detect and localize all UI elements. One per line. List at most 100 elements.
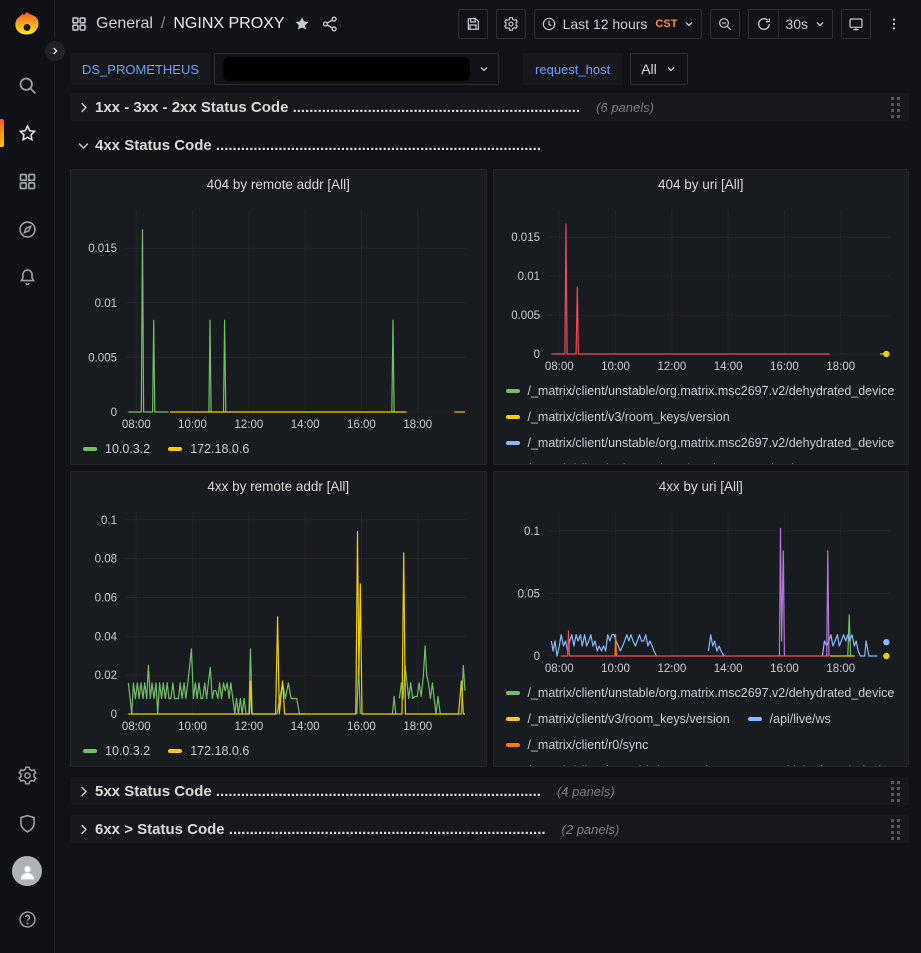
share-icon[interactable] — [321, 15, 339, 33]
svg-text:0.005: 0.005 — [511, 310, 540, 322]
legend-item[interactable]: 172.18.0.6 — [168, 738, 249, 764]
kebab-menu-icon — [886, 16, 902, 32]
legend-item[interactable]: /_matrix/client/unstable/org.matrix.msc2… — [506, 680, 895, 706]
bell-icon — [17, 267, 38, 288]
svg-text:14:00: 14:00 — [291, 419, 320, 431]
timeseries-chart[interactable]: 08:0010:0012:0014:0016:0018:0000.020.040… — [79, 502, 479, 736]
refresh-icon — [756, 16, 772, 32]
sidebar-item-alerting[interactable] — [0, 253, 54, 301]
timeseries-chart[interactable]: 08:0010:0012:0014:0016:0018:0000.0050.01… — [502, 200, 902, 378]
series-color-swatch — [506, 717, 520, 721]
svg-text:14:00: 14:00 — [713, 663, 742, 675]
series-color-swatch — [168, 447, 182, 451]
legend-item[interactable]: 172.18.0.6 — [168, 436, 249, 462]
chevron-down-icon — [814, 18, 826, 30]
series-label: 172.18.0.6 — [190, 744, 249, 758]
cycle-view-mode-button[interactable] — [841, 9, 871, 39]
legend-item[interactable]: /_matrix/client/unstable/org.matrix.msc2… — [506, 430, 895, 456]
panel-4xx-by-remote-addr: 4xx by remote addr [All] 08:0010:0012:00… — [70, 471, 487, 767]
row-drag-handle[interactable] — [890, 780, 901, 802]
svg-text:08:00: 08:00 — [544, 663, 573, 675]
grafana-logo-icon[interactable] — [10, 9, 44, 43]
breadcrumb-folder[interactable]: General — [96, 15, 153, 33]
row-header-4xx[interactable]: 4xx Status Code ........................… — [70, 131, 909, 159]
series-label: 10.0.3.2 — [105, 744, 150, 758]
sidebar-item-help[interactable] — [0, 895, 54, 943]
legend-item[interactable]: 10.0.3.2 — [83, 436, 150, 462]
time-range-picker[interactable]: Last 12 hours CST — [534, 9, 703, 39]
series-color-swatch — [506, 441, 520, 445]
datasource-variable-label[interactable]: DS_PROMETHEUS — [70, 53, 211, 85]
svg-text:12:00: 12:00 — [234, 419, 263, 431]
help-icon — [17, 909, 38, 930]
legend-item[interactable]: /_matrix/client/r0/sync — [506, 732, 649, 758]
request-host-variable-value[interactable]: All — [630, 53, 688, 85]
refresh-interval-picker[interactable]: 30s — [778, 9, 833, 39]
sidebar-item-search[interactable] — [0, 61, 54, 109]
series-color-swatch — [506, 389, 520, 393]
sidebar-item-starred[interactable] — [0, 109, 54, 157]
request-host-variable-label[interactable]: request_host — [523, 53, 622, 85]
row-header-5xx[interactable]: 5xx Status Code ........................… — [70, 777, 909, 805]
favorite-star-icon[interactable] — [293, 15, 311, 33]
zoom-out-time-button[interactable] — [710, 9, 740, 39]
expand-sidebar-button[interactable] — [45, 41, 65, 61]
sidebar-item-server-admin[interactable] — [0, 799, 54, 847]
datasource-value-redacted — [223, 57, 470, 81]
series-color-swatch — [506, 691, 520, 695]
sidebar-item-explore[interactable] — [0, 205, 54, 253]
svg-text:18:00: 18:00 — [826, 361, 855, 373]
svg-text:0.015: 0.015 — [88, 243, 117, 255]
series-label: /_matrix/client/unstable/org.matrix.msc2… — [528, 384, 895, 398]
legend-item[interactable]: /_matrix/client/unstable/org.matrix.msc2… — [506, 758, 895, 766]
refresh-button[interactable] — [748, 9, 778, 39]
series-label: /_matrix/client/v3/room_keys/version — [528, 462, 730, 464]
dashboard-settings-button[interactable] — [496, 9, 526, 39]
svg-text:10:00: 10:00 — [601, 361, 630, 373]
legend-item[interactable]: /_matrix/client/v3/room_keys/version — [506, 404, 730, 430]
legend-item[interactable]: /sw.js — [748, 456, 801, 464]
more-options-button[interactable] — [879, 9, 909, 39]
svg-text:16:00: 16:00 — [347, 721, 376, 733]
sidebar-item-profile[interactable] — [0, 847, 54, 895]
chevron-down-icon — [76, 138, 91, 153]
panel-title[interactable]: 4xx by uri [All] — [502, 472, 901, 502]
clock-icon — [541, 16, 557, 32]
toolbar-actions: Last 12 hours CST 30s — [458, 9, 909, 39]
drag-dots-icon — [890, 818, 901, 840]
timeseries-chart[interactable]: 08:0010:0012:0014:0016:0018:0000.050.1 — [502, 502, 902, 680]
chevron-right-icon — [76, 784, 91, 799]
active-indicator — [0, 119, 4, 147]
zoom-out-icon — [717, 16, 733, 32]
chevron-right-icon — [76, 822, 91, 837]
series-label: /api/live/ws — [770, 712, 831, 726]
legend-item[interactable]: /api/live/ws — [748, 706, 831, 732]
chart-legend: /_matrix/client/unstable/org.matrix.msc2… — [502, 680, 901, 766]
refresh-group: 30s — [748, 9, 833, 39]
datasource-variable-value[interactable] — [214, 53, 499, 85]
chevron-right-icon — [76, 100, 91, 115]
row-drag-handle[interactable] — [890, 818, 901, 840]
save-dashboard-button[interactable] — [458, 9, 488, 39]
panel-title[interactable]: 404 by remote addr [All] — [79, 170, 478, 200]
sidebar-item-dashboards[interactable] — [0, 157, 54, 205]
dashboards-grid-icon — [17, 171, 38, 192]
row-header-6xx[interactable]: 6xx > Status Code ......................… — [70, 815, 909, 843]
row-title: 1xx - 3xx - 2xx Status Code ............… — [95, 99, 580, 116]
legend-item[interactable]: /_matrix/client/unstable/org.matrix.msc2… — [506, 378, 895, 404]
legend-item[interactable]: /_matrix/client/v3/room_keys/version — [506, 706, 730, 732]
row-header-1xx-3xx-2xx[interactable]: 1xx - 3xx - 2xx Status Code ............… — [70, 93, 909, 121]
svg-text:0.015: 0.015 — [511, 232, 540, 244]
row-drag-handle[interactable] — [890, 96, 901, 118]
svg-text:0: 0 — [111, 709, 117, 721]
panel-title[interactable]: 4xx by remote addr [All] — [79, 472, 478, 502]
svg-text:0: 0 — [533, 349, 539, 361]
panel-title[interactable]: 404 by uri [All] — [502, 170, 901, 200]
timeseries-chart[interactable]: 08:0010:0012:0014:0016:0018:0000.0050.01… — [79, 200, 479, 434]
legend-item[interactable]: 10.0.3.2 — [83, 738, 150, 764]
drag-dots-icon — [890, 780, 901, 802]
row-title: 5xx Status Code ........................… — [95, 783, 541, 800]
legend-item[interactable]: /_matrix/client/v3/room_keys/version — [506, 456, 730, 464]
sidebar-item-configuration[interactable] — [0, 751, 54, 799]
svg-text:0.05: 0.05 — [517, 588, 539, 600]
